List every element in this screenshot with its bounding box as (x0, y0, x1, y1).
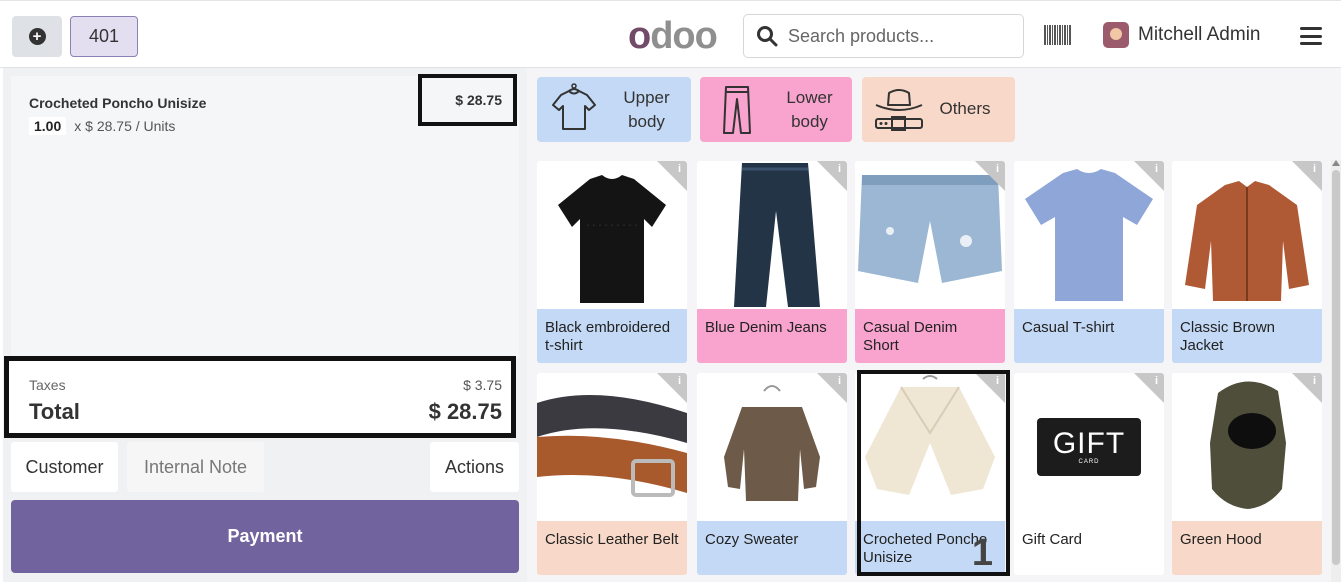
product-info-corner[interactable] (1292, 161, 1322, 191)
new-order-button[interactable]: + (12, 16, 62, 57)
info-icon[interactable]: i (1313, 375, 1316, 387)
hat-belt-icon (875, 89, 923, 131)
product-info-corner[interactable] (657, 161, 687, 191)
product-list-scrollbar[interactable] (1331, 160, 1341, 582)
current-order-button[interactable]: 401 (70, 16, 138, 57)
info-icon[interactable]: i (996, 163, 999, 175)
internal-note-button[interactable]: Internal Note (127, 442, 264, 492)
info-icon[interactable]: i (678, 163, 681, 175)
category-upper-body[interactable]: Upper body (537, 77, 691, 142)
product-card-casual-denim-short[interactable]: i Casual Denim Short (855, 161, 1005, 363)
product-card-cozy-sweater[interactable]: i Cozy Sweater (697, 373, 847, 575)
shirt-icon (552, 83, 596, 130)
orderline-quantity-info: 1.00 x $ 28.75 / Units (29, 117, 175, 135)
odoo-logo: odoo (628, 15, 718, 57)
product-info-corner[interactable] (1134, 373, 1164, 403)
top-navbar: + 401 odoo Mitchell Admin (0, 0, 1341, 68)
product-card-casual-tshirt[interactable]: i Casual T-shirt (1014, 161, 1164, 363)
product-name: Blue Denim Jeans (697, 309, 847, 363)
product-name: Black embroidered t-shirt (537, 309, 687, 363)
category-label: Lower body (786, 88, 833, 131)
total-label: Total (29, 399, 80, 424)
product-name: Classic Brown Jacket (1172, 309, 1322, 363)
product-card-classic-leather-belt[interactable]: i Classic Leather Belt (537, 373, 687, 575)
info-icon[interactable]: i (996, 375, 999, 387)
pants-icon (723, 86, 751, 134)
product-info-corner[interactable] (1292, 373, 1322, 403)
category-lower-body[interactable]: Lower body (700, 77, 852, 142)
info-icon[interactable]: i (838, 163, 841, 175)
pos-app: + 401 odoo Mitchell Admin Crocheted Ponc… (0, 0, 1341, 582)
product-card-black-embroidered-tshirt[interactable]: · · · · · · · · · i Black embroidered t-… (537, 161, 687, 363)
orderline-product-name[interactable]: Crocheted Poncho Unisize (29, 95, 206, 111)
product-name: Classic Leather Belt (537, 521, 687, 575)
gift-card-image: GIFT CARD (1037, 418, 1141, 476)
product-name: Green Hood (1172, 521, 1322, 575)
info-icon[interactable]: i (1155, 375, 1158, 387)
product-name: Gift Card (1014, 521, 1164, 575)
product-card-crocheted-poncho-unisize[interactable]: i Crocheted Poncho Unisize 1 (855, 373, 1005, 575)
info-icon[interactable]: i (678, 375, 681, 387)
svg-text:· · · · · · · · ·: · · · · · · · · · (586, 223, 637, 229)
actions-button[interactable]: Actions (430, 442, 519, 492)
orderline-unit-price: x $ 28.75 / Units (74, 118, 176, 134)
order-summary: Taxes $ 3.75 Total $ 28.75 (4, 356, 516, 438)
product-info-corner[interactable] (975, 161, 1005, 191)
product-info-corner[interactable] (817, 373, 847, 403)
info-icon[interactable]: i (1313, 163, 1316, 175)
orderline-price: $ 28.75 (418, 74, 517, 126)
product-card-classic-brown-jacket[interactable]: i Classic Brown Jacket (1172, 161, 1322, 363)
product-name: Casual Denim Short (855, 309, 1005, 363)
info-icon[interactable]: i (838, 375, 841, 387)
product-info-corner[interactable] (657, 373, 687, 403)
category-label: Others (939, 99, 991, 118)
search-icon (757, 26, 778, 47)
category-label: Upper body (623, 88, 670, 131)
plus-circle-icon: + (28, 28, 46, 45)
user-menu[interactable]: Mitchell Admin (1103, 22, 1261, 48)
product-info-corner[interactable] (817, 161, 847, 191)
scrollbar-thumb[interactable] (1332, 170, 1340, 565)
taxes-value: $ 3.75 (463, 377, 502, 393)
avatar (1103, 22, 1129, 48)
product-name: Casual T-shirt (1014, 309, 1164, 363)
user-name: Mitchell Admin (1138, 24, 1261, 45)
orderline-qty: 1.00 (29, 117, 67, 135)
scroll-up-arrow-icon[interactable] (1332, 160, 1340, 166)
product-card-green-hood[interactable]: i Green Hood (1172, 373, 1322, 575)
product-card-blue-denim-jeans[interactable]: i Blue Denim Jeans (697, 161, 847, 363)
search-input[interactable] (788, 25, 1008, 47)
product-cart-quantity: 1 (971, 532, 993, 574)
barcode-icon[interactable] (1044, 25, 1071, 45)
payment-button[interactable]: Payment (11, 500, 519, 573)
product-card-gift-card[interactable]: GIFT CARD i Gift Card (1014, 373, 1164, 575)
category-others[interactable]: Others (862, 77, 1015, 142)
taxes-label: Taxes (29, 377, 66, 393)
product-info-corner[interactable] (1134, 161, 1164, 191)
product-search-bar[interactable] (743, 14, 1024, 58)
customer-button[interactable]: Customer (11, 442, 118, 492)
info-icon[interactable]: i (1155, 163, 1158, 175)
product-info-corner[interactable] (975, 373, 1005, 403)
total-value: $ 28.75 (428, 399, 502, 424)
hamburger-menu-icon[interactable] (1300, 27, 1322, 45)
product-name: Cozy Sweater (697, 521, 847, 575)
